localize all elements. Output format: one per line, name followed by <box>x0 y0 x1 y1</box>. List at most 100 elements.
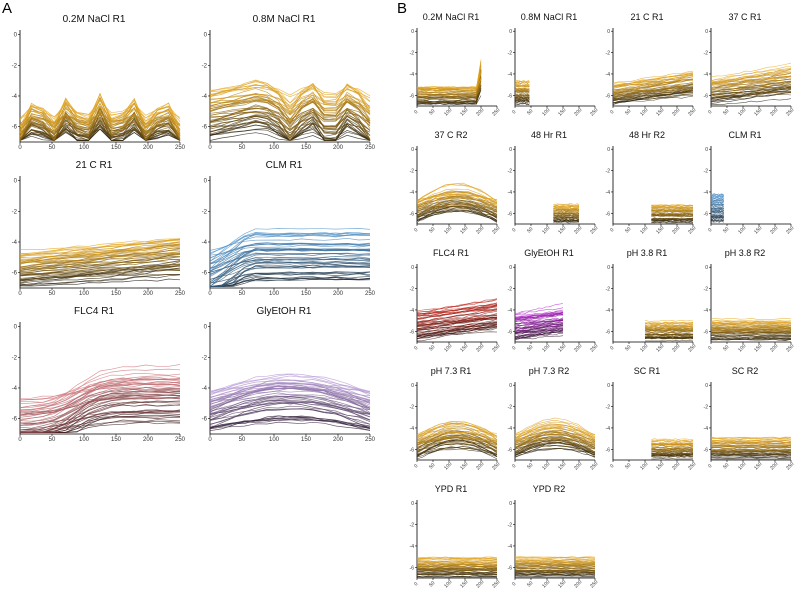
chart-b-11: 37 C R2 0 -2 -4 -6 0 50 100 150 200 250 <box>410 130 502 235</box>
x-tick-label: 50 <box>239 437 246 443</box>
y-tick-label: 0 <box>411 29 414 35</box>
x-tick-label: 0 <box>609 109 615 115</box>
x-tick-label: 250 <box>687 461 697 471</box>
chart-title: pH 3.8 R2 <box>725 248 766 258</box>
series-line <box>710 206 724 209</box>
x-tick-label: 200 <box>769 225 779 235</box>
series-line <box>416 66 482 90</box>
panel-label-b: B <box>397 0 407 17</box>
x-tick-label: 50 <box>526 108 534 116</box>
x-tick-label: 150 <box>753 343 763 353</box>
x-tick-label: 100 <box>79 145 90 151</box>
axis-line <box>612 28 693 107</box>
x-tick-label: 150 <box>459 225 469 235</box>
x-tick-label: 150 <box>301 437 312 443</box>
y-tick-label: -2 <box>202 355 208 361</box>
x-tick-label: 50 <box>428 108 436 116</box>
y-tick-label: -4 <box>606 190 611 196</box>
chart-title: 48 Hr R2 <box>629 130 665 140</box>
x-tick-label: 100 <box>79 291 90 297</box>
y-tick-label: -6 <box>508 93 513 99</box>
x-tick-label: 50 <box>526 344 534 352</box>
y-tick-label: -6 <box>704 329 709 335</box>
x-tick-label: 250 <box>491 579 501 589</box>
y-tick-label: 0 <box>705 29 708 35</box>
y-tick-label: -4 <box>12 240 18 246</box>
y-tick-label: 0 <box>14 33 18 39</box>
x-tick-label: 0 <box>511 109 517 115</box>
chart-b-7: 0.2M NaCl R1 0 -2 -4 -6 0 50 100 150 200 250 <box>410 12 502 117</box>
y-tick-label: 0 <box>204 33 208 39</box>
chart-b-23: YPD R1 0 -2 -4 -6 0 50 100 150 200 250 <box>410 484 502 589</box>
x-tick-label: 100 <box>443 461 453 471</box>
x-tick-label: 200 <box>475 343 485 353</box>
chart-b-12: 48 Hr R1 0 -2 -4 -6 0 50 100 150 200 250 <box>508 130 600 235</box>
x-tick-label: 100 <box>443 579 453 589</box>
x-tick-label: 150 <box>111 145 122 151</box>
x-tick-label: 250 <box>491 225 501 235</box>
x-tick-label: 150 <box>459 107 469 117</box>
x-tick-label: 200 <box>475 107 485 117</box>
y-tick-label: -6 <box>508 447 513 453</box>
y-tick-label: 0 <box>705 383 708 389</box>
x-tick-label: 250 <box>785 461 795 471</box>
x-tick-label: 50 <box>49 145 56 151</box>
y-tick-label: -2 <box>704 169 709 175</box>
y-tick-label: 0 <box>509 501 512 507</box>
x-tick-label: 150 <box>459 343 469 353</box>
series-line <box>209 266 371 287</box>
chart-a-2: 0.8M NaCl R1 0 -2 -4 -6 0 50 100 150 200 250 <box>202 14 376 151</box>
y-tick-label: -6 <box>508 211 513 217</box>
y-tick-label: -6 <box>202 271 208 277</box>
x-tick-label: 250 <box>785 343 795 353</box>
chart-title: SC R2 <box>732 366 759 376</box>
x-tick-label: 150 <box>301 291 312 297</box>
x-tick-label: 50 <box>239 291 246 297</box>
x-tick-label: 50 <box>624 462 632 470</box>
y-tick-label: -2 <box>12 355 18 361</box>
y-tick-label: -4 <box>704 190 709 196</box>
y-tick-label: -6 <box>410 329 415 335</box>
x-tick-label: 250 <box>687 107 697 117</box>
x-tick-label: 150 <box>557 579 567 589</box>
x-tick-label: 0 <box>413 109 419 115</box>
x-tick-label: 250 <box>589 579 599 589</box>
x-tick-label: 0 <box>413 227 419 233</box>
chart-b-9: 21 C R1 0 -2 -4 -6 0 50 100 150 200 250 <box>606 12 698 117</box>
x-tick-label: 100 <box>443 107 453 117</box>
x-tick-label: 0 <box>707 463 713 469</box>
chart-b-15: FLC4 R1 0 -2 -4 -6 0 50 100 150 200 250 <box>410 248 502 353</box>
y-tick-label: 0 <box>411 265 414 271</box>
chart-title: pH 3.8 R1 <box>627 248 668 258</box>
series-line <box>416 64 482 89</box>
x-tick-label: 50 <box>428 462 436 470</box>
x-tick-label: 250 <box>491 461 501 471</box>
x-tick-label: 50 <box>239 145 246 151</box>
x-tick-label: 250 <box>175 145 186 151</box>
y-tick-label: -2 <box>508 51 513 57</box>
y-tick-label: -6 <box>508 565 513 571</box>
chart-title: GlyEtOH R1 <box>524 248 574 258</box>
y-tick-label: -4 <box>410 190 415 196</box>
y-tick-label: 0 <box>14 325 18 331</box>
series-line <box>710 98 792 106</box>
series-line <box>710 220 724 224</box>
x-tick-label: 150 <box>459 461 469 471</box>
chart-a-3: 21 C R1 0 -2 -4 -6 0 50 100 150 200 250 <box>12 160 186 297</box>
x-tick-label: 50 <box>49 437 56 443</box>
y-tick-label: 0 <box>204 179 208 185</box>
x-tick-label: 50 <box>722 226 730 234</box>
x-tick-label: 200 <box>143 437 154 443</box>
x-tick-label: 150 <box>557 343 567 353</box>
x-tick-label: 100 <box>269 291 280 297</box>
chart-title: GlyEtOH R1 <box>256 306 311 317</box>
y-tick-label: -2 <box>704 405 709 411</box>
series-line <box>416 73 482 89</box>
x-tick-label: 100 <box>541 343 551 353</box>
chart-title: YPD R2 <box>533 484 566 494</box>
panel-label-a: A <box>2 0 12 17</box>
chart-title: 21 C R1 <box>630 12 663 22</box>
chart-b-14: CLM R1 0 -2 -4 -6 0 50 100 150 200 250 <box>704 130 796 235</box>
x-tick-label: 0 <box>208 291 212 297</box>
chart-b-8: 0.8M NaCl R1 0 -2 -4 -6 0 50 100 150 200 250 <box>508 12 600 117</box>
